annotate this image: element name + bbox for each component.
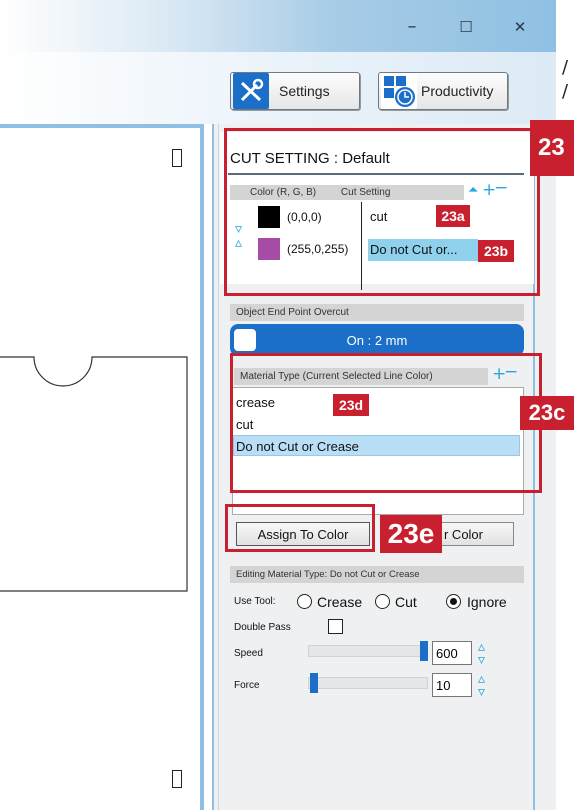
speed-input[interactable]: 600 — [432, 641, 472, 665]
toggle-knob — [234, 329, 256, 351]
speed-down-icon[interactable]: ▿ — [478, 653, 485, 667]
overcut-header: Object End Point Overcut — [230, 304, 524, 321]
design-outline[interactable] — [0, 355, 190, 595]
force-slider-thumb[interactable] — [310, 673, 318, 693]
callout-23: 23 — [530, 120, 574, 176]
maximize-button[interactable]: ☐ — [446, 14, 486, 40]
radio-crease[interactable] — [297, 594, 312, 609]
radio-crease-label: Crease — [317, 594, 363, 610]
panel-border-inner — [218, 124, 219, 810]
force-slider[interactable] — [308, 677, 428, 689]
tools-icon — [233, 73, 269, 109]
canvas-handle-top[interactable] — [172, 149, 182, 167]
use-tool-label: Use Tool: — [234, 596, 276, 607]
speed-label: Speed — [234, 648, 263, 659]
radio-ignore[interactable] — [446, 594, 461, 609]
minimize-button[interactable]: – — [392, 14, 432, 40]
speed-slider-thumb[interactable] — [420, 641, 428, 661]
canvas-handle-bottom[interactable] — [172, 770, 182, 788]
partial-text: / / — [562, 57, 569, 102]
force-input[interactable]: 10 — [432, 673, 472, 697]
radio-cut[interactable] — [375, 594, 390, 609]
close-button[interactable]: ✕ — [500, 14, 540, 40]
double-pass-checkbox[interactable] — [328, 619, 343, 634]
productivity-button[interactable]: Productivity — [378, 72, 508, 110]
editing-header: Editing Material Type: Do not Cut or Cre… — [230, 566, 524, 583]
panel-border-left — [212, 124, 214, 810]
settings-button[interactable]: Settings — [230, 72, 360, 110]
callout-23a: 23a — [436, 205, 470, 227]
callout-23c: 23c — [520, 396, 574, 430]
callout-23d: 23d — [333, 394, 369, 416]
speed-slider[interactable] — [308, 645, 428, 657]
radio-ignore-label: Ignore — [467, 594, 507, 610]
productivity-label: Productivity — [421, 83, 494, 99]
callout-23b: 23b — [478, 240, 514, 262]
callout-23e: 23e — [380, 515, 442, 553]
callout-box-23e — [225, 504, 375, 552]
force-label: Force — [234, 680, 260, 691]
callout-box-23c — [230, 353, 542, 493]
canvas-top-border — [0, 124, 204, 128]
radio-cut-label: Cut — [395, 594, 417, 610]
app-window: { "window": {"minimize": "–", "maximize"… — [0, 0, 574, 810]
force-down-icon[interactable]: ▿ — [478, 685, 485, 699]
settings-label: Settings — [279, 83, 330, 99]
callout-box-23 — [224, 128, 540, 296]
double-pass-label: Double Pass — [234, 622, 291, 633]
canvas-right-border — [200, 124, 204, 810]
overcut-toggle[interactable]: On : 2 mm — [230, 324, 524, 356]
productivity-icon — [381, 73, 417, 109]
overcut-toggle-label: On : 2 mm — [346, 332, 408, 348]
